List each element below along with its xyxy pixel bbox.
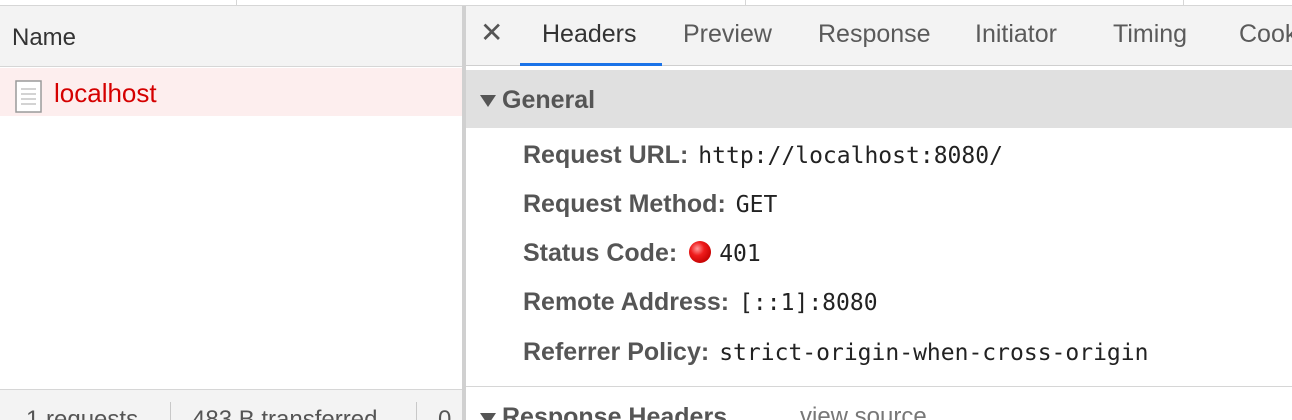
- referrer-policy-label: Referrer Policy:: [523, 338, 710, 366]
- close-icon[interactable]: ✕: [480, 16, 503, 49]
- document-icon: [15, 80, 42, 113]
- requests-count: 1 requests: [26, 406, 139, 420]
- status-bar: 1 requests 483 B transferred 0: [0, 389, 462, 420]
- response-headers-section-header[interactable]: Response Headers view source: [466, 387, 1292, 420]
- status-code-label: Status Code:: [523, 239, 678, 267]
- general-section-title: General: [502, 86, 596, 114]
- status-error-icon: [689, 241, 712, 263]
- request-method-row: Request Method: GET: [523, 190, 777, 230]
- response-headers-title: Response Headers: [502, 403, 728, 420]
- general-section-header[interactable]: General: [466, 70, 1292, 128]
- remote-address-row: Remote Address: [::1]:8080: [523, 288, 878, 328]
- referrer-policy-row: Referrer Policy: strict-origin-when-cross…: [523, 338, 1148, 378]
- request-details-panel: ✕ Headers Preview Response Initiator Tim…: [466, 6, 1292, 420]
- tab-timing[interactable]: Timing: [1113, 20, 1187, 49]
- name-column-header[interactable]: Name: [0, 6, 462, 67]
- request-row-localhost[interactable]: localhost: [0, 68, 462, 116]
- request-list-panel: Name localhost 1 requests 483 B transfer…: [0, 6, 462, 420]
- status-code-row: Status Code: 401: [523, 239, 761, 279]
- tab-initiator[interactable]: Initiator: [975, 20, 1057, 49]
- request-url-label: Request URL:: [523, 141, 689, 169]
- details-tabbar: ✕ Headers Preview Response Initiator Tim…: [466, 6, 1292, 66]
- request-url-value[interactable]: http://localhost:8080/: [698, 143, 1003, 169]
- remote-address-label: Remote Address:: [523, 288, 730, 316]
- request-name: localhost: [54, 78, 157, 108]
- tab-preview[interactable]: Preview: [683, 20, 772, 49]
- tab-headers[interactable]: Headers: [542, 20, 637, 49]
- footer-divider: [170, 402, 171, 420]
- active-tab-indicator: [520, 63, 662, 66]
- status-code-value[interactable]: 401: [719, 241, 761, 267]
- request-method-label: Request Method:: [523, 190, 726, 218]
- footer-divider: [416, 402, 417, 420]
- request-method-value[interactable]: GET: [736, 192, 778, 218]
- referrer-policy-value[interactable]: strict-origin-when-cross-origin: [719, 340, 1148, 366]
- tab-cookies[interactable]: Cookies: [1239, 20, 1292, 49]
- name-column-label: Name: [12, 24, 77, 51]
- transferred-size: 483 B transferred: [192, 406, 378, 420]
- remote-address-value[interactable]: [::1]:8080: [739, 290, 877, 316]
- expand-triangle-icon: [480, 413, 496, 420]
- toolbar-divider: [236, 0, 237, 5]
- toolbar-divider: [1183, 0, 1184, 5]
- resources-size: 0: [438, 406, 452, 420]
- expand-triangle-icon: [480, 95, 496, 107]
- request-url-row: Request URL: http://localhost:8080/: [523, 141, 1003, 181]
- tab-response[interactable]: Response: [818, 20, 931, 49]
- view-source-link[interactable]: view source: [800, 403, 927, 420]
- toolbar-divider: [745, 0, 746, 5]
